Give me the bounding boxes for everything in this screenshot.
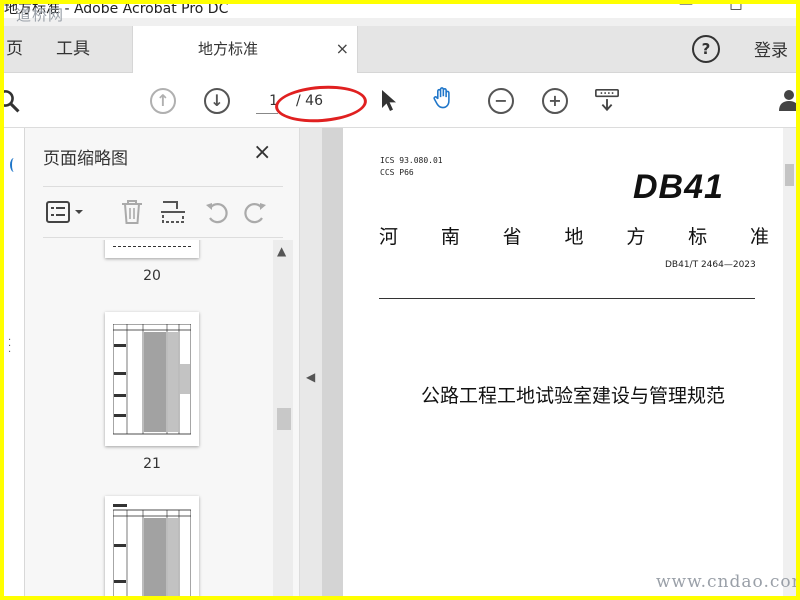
tab-home[interactable]: 页 (6, 26, 23, 72)
tab-document-label: 地方标准 (197, 40, 258, 58)
heading-char: 准 (749, 226, 769, 248)
collapse-panel-button[interactable]: ◀ (300, 128, 323, 596)
panel-close-button[interactable]: × (253, 140, 271, 165)
page-thumbnail[interactable] (105, 496, 199, 596)
rotate-right-icon[interactable] (241, 199, 269, 225)
standard-number: DB41/T 2464—2023 (665, 260, 756, 270)
tab-document[interactable]: 地方标准 × (132, 26, 358, 73)
more-options-icon[interactable]: · · · (8, 336, 11, 358)
maximize-button[interactable]: □ (716, 4, 756, 18)
title-bar: 地方标准 - Adobe Acrobat Pro DC 道桥网 — □ (4, 4, 796, 24)
ics-code: ICS 93.080.01 (380, 156, 443, 165)
user-icon[interactable] (776, 87, 796, 113)
thumbnail-tools (43, 186, 283, 238)
footer-watermark: www.cndao.com (656, 572, 796, 592)
table-preview (113, 324, 191, 435)
toolbar: ↑ ↓ 1 / 46 − + (4, 73, 796, 128)
zoom-out-icon[interactable]: − (488, 88, 514, 114)
minimize-button[interactable]: — (666, 4, 706, 18)
page-thumbnail-number: 20 (143, 268, 161, 284)
tab-bar: 页 工具 地方标准 × ? 登录 (4, 26, 796, 73)
panel-title: 页面缩略图 (43, 149, 128, 169)
page-number-input[interactable]: 1 (256, 89, 278, 114)
heading-char: 方 (626, 226, 646, 248)
thumbnail-list: 20 21 (43, 240, 289, 596)
document-title: 公路工程工地试验室建设与管理规范 (420, 385, 725, 407)
heading-char: 省 (502, 226, 522, 248)
heading-char: 地 (564, 226, 584, 248)
thumbnail-panel: 页面缩略图 × 20 21 ▲ (25, 128, 300, 596)
heading-char: 南 (440, 226, 460, 248)
db-logo: DB41 (633, 168, 724, 206)
delete-page-icon[interactable] (119, 198, 145, 226)
document-page: ICS 93.080.01 CCS P66 DB41 河 南 省 地 方 标 准… (343, 128, 783, 596)
heading-char: 河 (379, 226, 399, 248)
thumbnail-options-icon[interactable] (45, 199, 85, 225)
divider (379, 298, 755, 299)
page-thumbnail-number: 21 (143, 456, 161, 472)
heading-char: 标 (688, 226, 708, 248)
close-tab-button[interactable]: × (336, 39, 349, 58)
page-total: / 46 (296, 93, 323, 109)
document-scrollbar-thumb[interactable] (785, 164, 794, 186)
table-preview (113, 504, 191, 596)
tab-tools[interactable]: 工具 (56, 26, 90, 72)
scroll-up-icon[interactable]: ▲ (277, 244, 286, 258)
extract-page-icon[interactable] (159, 198, 187, 226)
next-page-icon[interactable]: ↓ (204, 88, 230, 114)
document-view: ICS 93.080.01 CCS P66 DB41 河 南 省 地 方 标 准… (323, 128, 796, 596)
site-watermark: 道桥网 (16, 6, 65, 24)
login-button[interactable]: 登录 (754, 26, 788, 76)
select-cursor-icon[interactable] (376, 87, 402, 113)
page-thumbnail[interactable] (105, 312, 199, 446)
standard-type-heading: 河 南 省 地 方 标 准 (379, 222, 769, 249)
zoom-in-icon[interactable]: + (542, 88, 568, 114)
page-display-icon[interactable] (594, 87, 620, 113)
scrollbar-thumb[interactable] (277, 408, 291, 430)
previous-page-icon[interactable]: ↑ (150, 88, 176, 114)
navigation-strip: · · · (4, 128, 25, 596)
ccs-code: CCS P66 (380, 168, 414, 177)
chevron-left-icon: ◀ (306, 370, 316, 384)
thumbnail-scrollbar[interactable]: ▲ (273, 240, 293, 596)
pages-nav-icon[interactable] (10, 158, 18, 172)
search-icon[interactable] (4, 89, 22, 115)
app-window: 地方标准 - Adobe Acrobat Pro DC 道桥网 — □ 页 工具… (4, 4, 796, 596)
help-icon[interactable]: ? (692, 35, 720, 63)
page-thumbnail[interactable] (105, 240, 199, 258)
hand-tool-icon[interactable] (430, 85, 456, 111)
document-scrollbar[interactable] (783, 128, 796, 596)
rotate-left-icon[interactable] (203, 199, 231, 225)
